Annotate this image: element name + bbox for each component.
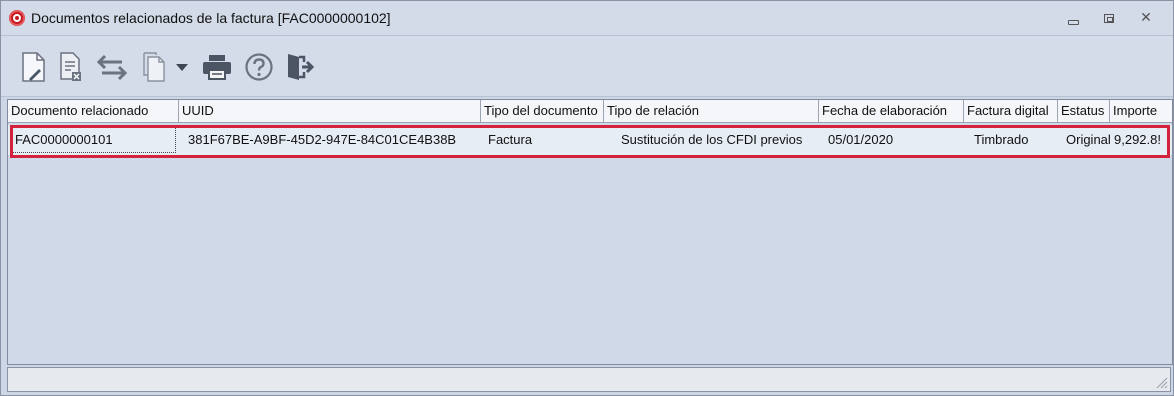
minimize-icon xyxy=(1067,19,1079,25)
print-icon xyxy=(203,55,231,80)
cell-tipo-documento[interactable]: Factura xyxy=(485,125,606,155)
column-header-documento[interactable]: Documento relacionado xyxy=(8,100,179,122)
exit-icon xyxy=(288,54,315,80)
title-bar[interactable]: Documentos relacionados de la factura [F… xyxy=(1,1,1173,36)
copy-options-dropdown[interactable] xyxy=(173,50,191,84)
cell-factura-digital[interactable]: Timbrado xyxy=(971,125,1059,155)
minimize-button[interactable] xyxy=(1063,9,1083,27)
column-header-tipo-documento[interactable]: Tipo del documento xyxy=(481,100,604,122)
help-button[interactable] xyxy=(243,50,275,84)
new-document-icon xyxy=(22,52,45,82)
column-header-estatus[interactable]: Estatus xyxy=(1058,100,1110,122)
cell-estatus[interactable]: Original xyxy=(1066,125,1116,155)
cell-importe[interactable]: 9,292.8! xyxy=(1114,125,1172,155)
app-logo-icon xyxy=(9,10,25,26)
column-header-tipo-relacion[interactable]: Tipo de relación xyxy=(604,100,819,122)
resize-grip-icon[interactable] xyxy=(1154,375,1168,389)
grid-header: Documento relacionado UUID Tipo del docu… xyxy=(8,100,1172,123)
dialog-window: Documentos relacionados de la factura [F… xyxy=(0,0,1174,396)
swap-arrows-icon xyxy=(96,54,128,81)
close-button[interactable]: ✕ xyxy=(1136,9,1156,27)
delete-document-icon xyxy=(60,52,81,81)
exit-button[interactable] xyxy=(284,50,316,84)
relate-button[interactable] xyxy=(95,50,129,84)
column-header-factura-digital[interactable]: Factura digital xyxy=(964,100,1058,122)
help-icon xyxy=(245,53,273,81)
cell-documento[interactable]: FAC0000000101 xyxy=(11,127,176,153)
maximize-button[interactable] xyxy=(1099,9,1119,27)
toolbar xyxy=(1,36,1173,97)
cell-tipo-relacion[interactable]: Sustitución de los CFDI previos xyxy=(618,125,823,155)
cell-fecha[interactable]: 05/01/2020 xyxy=(825,125,965,155)
copy-document-icon xyxy=(143,52,165,82)
related-documents-grid[interactable]: Documento relacionado UUID Tipo del docu… xyxy=(7,99,1173,365)
dropdown-arrow-icon xyxy=(176,64,188,71)
column-header-uuid[interactable]: UUID xyxy=(179,100,481,122)
close-icon: ✕ xyxy=(1140,10,1152,26)
print-button[interactable] xyxy=(200,50,234,84)
column-header-importe[interactable]: Importe xyxy=(1110,100,1172,122)
maximize-icon xyxy=(1104,13,1114,23)
column-header-fecha[interactable]: Fecha de elaboración xyxy=(819,100,964,122)
new-document-button[interactable] xyxy=(19,50,49,84)
window-title: Documentos relacionados de la factura [F… xyxy=(31,10,391,26)
delete-document-button[interactable] xyxy=(56,50,86,84)
cell-uuid[interactable]: 381F67BE-A9BF-45D2-947E-84C01CE4B38B xyxy=(185,125,485,155)
table-row[interactable]: FAC0000000101 381F67BE-A9BF-45D2-947E-84… xyxy=(8,125,1172,155)
status-bar xyxy=(7,367,1171,392)
copy-document-button[interactable] xyxy=(139,50,169,84)
